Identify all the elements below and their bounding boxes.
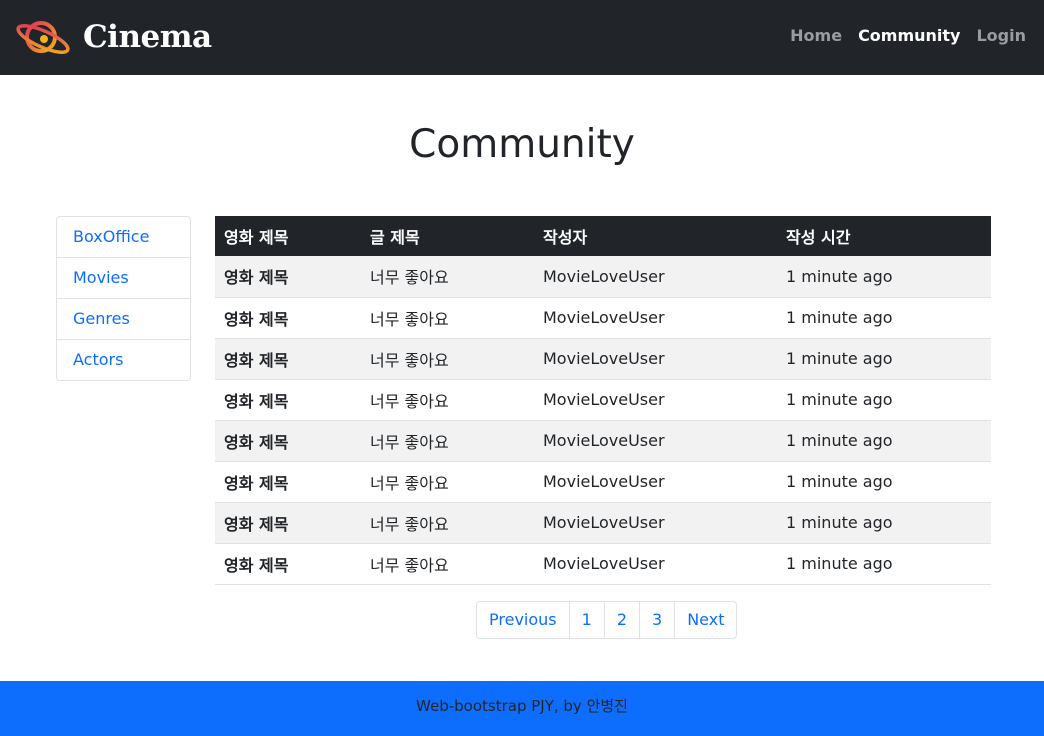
table-row[interactable]: 영화 제목 너무 좋아요 MovieLoveUser 1 minute ago — [215, 379, 991, 421]
cell-author: MovieLoveUser — [534, 379, 777, 421]
header-movie-title: 영화 제목 — [215, 216, 361, 256]
header-created-time: 작성 시간 — [777, 216, 991, 256]
cell-author: MovieLoveUser — [534, 420, 777, 462]
cell-author: MovieLoveUser — [534, 256, 777, 298]
sidebar-item-actors[interactable]: Actors — [57, 339, 190, 380]
cell-author: MovieLoveUser — [534, 297, 777, 339]
cell-created-time: 1 minute ago — [777, 461, 991, 503]
nav-links: Home Community Login — [774, 24, 1026, 48]
cell-created-time: 1 minute ago — [777, 379, 991, 421]
table-row[interactable]: 영화 제목 너무 좋아요 MovieLoveUser 1 minute ago — [215, 502, 991, 544]
cell-created-time: 1 minute ago — [777, 543, 991, 585]
table-row[interactable]: 영화 제목 너무 좋아요 MovieLoveUser 1 minute ago — [215, 461, 991, 503]
page-title: Community — [409, 122, 635, 167]
cell-author: MovieLoveUser — [534, 543, 777, 585]
cell-post-title[interactable]: 너무 좋아요 — [361, 256, 534, 298]
cell-created-time: 1 minute ago — [777, 502, 991, 544]
footer: Web-bootstrap PJY, by 안병진 — [0, 681, 1044, 736]
sidebar-item-genres[interactable]: Genres — [57, 298, 190, 339]
cell-created-time: 1 minute ago — [777, 420, 991, 462]
cell-movie-title: 영화 제목 — [215, 256, 361, 298]
pagination: Previous 1 2 3 Next — [476, 601, 738, 639]
cell-post-title[interactable]: 너무 좋아요 — [361, 338, 534, 380]
cell-post-title[interactable]: 너무 좋아요 — [361, 297, 534, 339]
table-row[interactable]: 영화 제목 너무 좋아요 MovieLoveUser 1 minute ago — [215, 297, 991, 339]
sidebar-item-boxoffice[interactable]: BoxOffice — [57, 217, 190, 257]
brand-name: Cinema — [83, 19, 212, 55]
header-author: 작성자 — [534, 216, 777, 256]
community-table: 영화 제목 글 제목 작성자 작성 시간 영화 제목 너무 좋아요 MovieL… — [215, 216, 991, 585]
sidebar-item-movies[interactable]: Movies — [57, 257, 190, 298]
pagination-previous-button[interactable]: Previous — [477, 602, 569, 638]
pagination-page-2[interactable]: 2 — [603, 602, 639, 638]
planet-logo-icon — [16, 21, 70, 54]
cell-post-title[interactable]: 너무 좋아요 — [361, 420, 534, 462]
cell-author: MovieLoveUser — [534, 502, 777, 544]
cell-created-time: 1 minute ago — [777, 297, 991, 339]
cell-movie-title: 영화 제목 — [215, 338, 361, 380]
nav-link-login[interactable]: Login — [976, 24, 1026, 48]
cell-post-title[interactable]: 너무 좋아요 — [361, 379, 534, 421]
cell-post-title[interactable]: 너무 좋아요 — [361, 543, 534, 585]
table-row[interactable]: 영화 제목 너무 좋아요 MovieLoveUser 1 minute ago — [215, 420, 991, 462]
sidebar: BoxOffice Movies Genres Actors — [56, 216, 191, 381]
cell-movie-title: 영화 제목 — [215, 461, 361, 503]
pagination-next-button[interactable]: Next — [674, 602, 736, 638]
brand-link[interactable]: Cinema — [14, 14, 212, 60]
cell-created-time: 1 minute ago — [777, 338, 991, 380]
navbar: Cinema Home Community Login — [0, 0, 1044, 75]
pagination-page-1[interactable]: 1 — [568, 602, 604, 638]
cell-post-title[interactable]: 너무 좋아요 — [361, 502, 534, 544]
cell-movie-title: 영화 제목 — [215, 420, 361, 462]
pagination-page-3[interactable]: 3 — [639, 602, 674, 638]
table-row[interactable]: 영화 제목 너무 좋아요 MovieLoveUser 1 minute ago — [215, 338, 991, 380]
cell-created-time: 1 minute ago — [777, 256, 991, 298]
nav-link-home[interactable]: Home — [790, 24, 842, 48]
cell-post-title[interactable]: 너무 좋아요 — [361, 461, 534, 503]
table-row[interactable]: 영화 제목 너무 좋아요 MovieLoveUser 1 minute ago — [215, 543, 991, 585]
table-row[interactable]: 영화 제목 너무 좋아요 MovieLoveUser 1 minute ago — [215, 256, 991, 298]
cell-author: MovieLoveUser — [534, 461, 777, 503]
cell-movie-title: 영화 제목 — [215, 379, 361, 421]
cell-movie-title: 영화 제목 — [215, 297, 361, 339]
cell-movie-title: 영화 제목 — [215, 502, 361, 544]
nav-link-community[interactable]: Community — [858, 24, 960, 48]
table-header-row: 영화 제목 글 제목 작성자 작성 시간 — [215, 216, 991, 256]
cell-author: MovieLoveUser — [534, 338, 777, 380]
cell-movie-title: 영화 제목 — [215, 543, 361, 585]
header-post-title: 글 제목 — [361, 216, 534, 256]
footer-text: Web-bootstrap PJY, by 안병진 — [416, 697, 628, 715]
